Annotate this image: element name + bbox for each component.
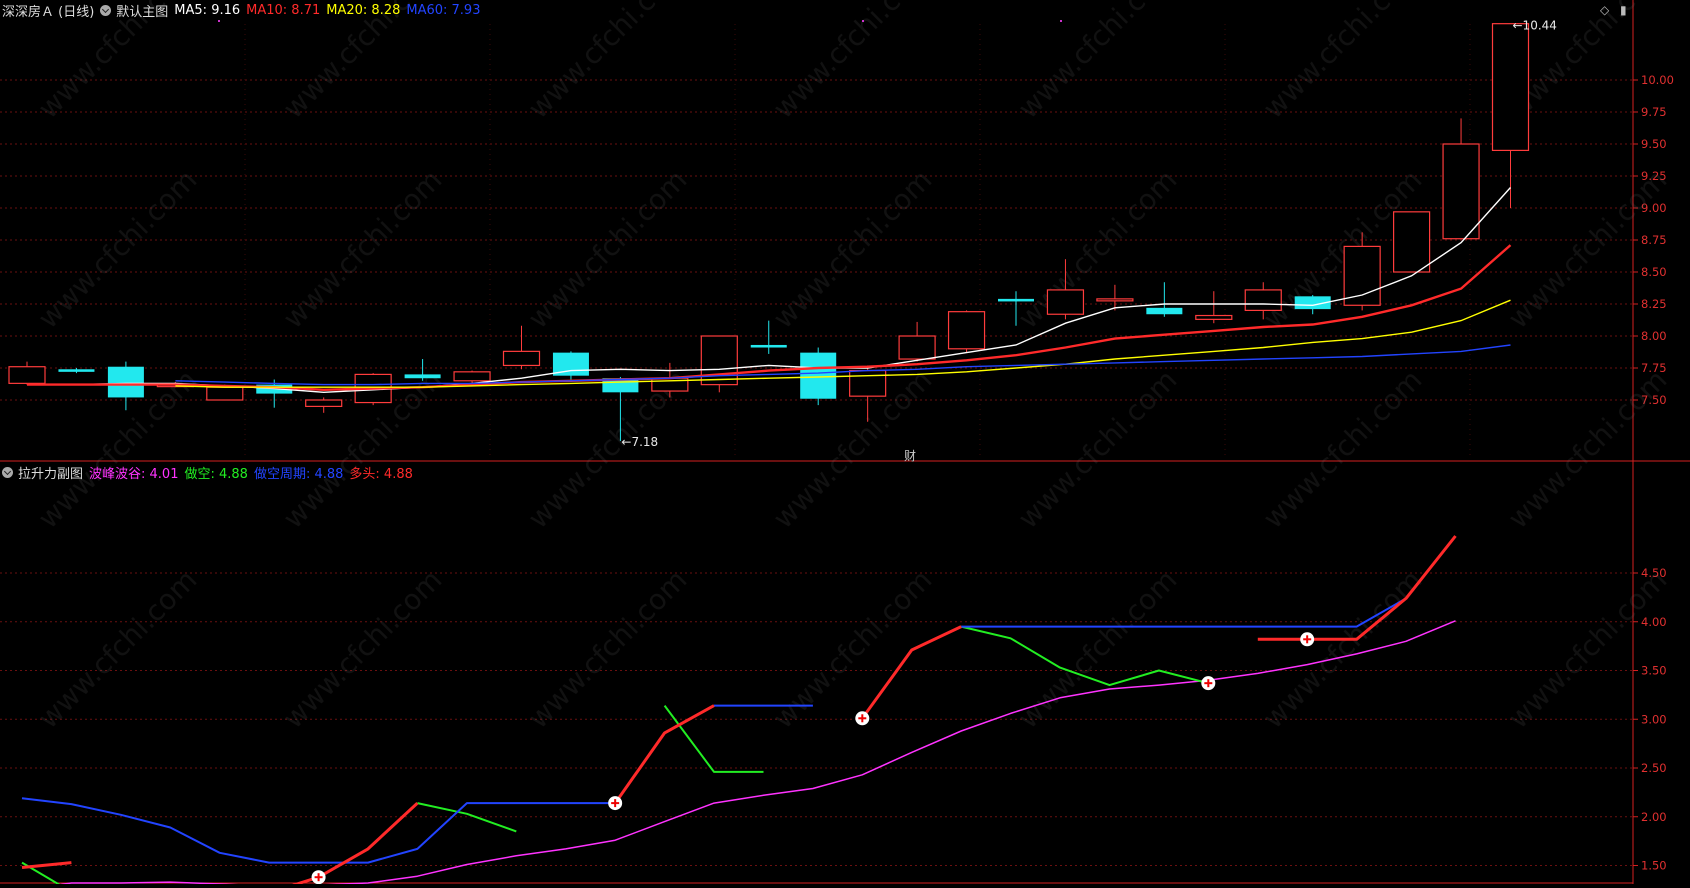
sub-y-tick-label: 3.50 <box>1641 664 1667 678</box>
candle-body-down <box>998 298 1034 302</box>
watermark-text: www.cfchi.com <box>1257 563 1429 735</box>
main-chart-header: 深深房Ａ (日线) 默认主图 MA5: 9.16 MA10: 8.71 MA20… <box>2 1 486 20</box>
sub-series-2-label: 做空: 4.88 <box>184 467 248 482</box>
ma5-label: MA5: 9.16 <box>174 3 241 18</box>
candle-body-up <box>1195 314 1233 320</box>
main-y-tick-label: 8.50 <box>1641 265 1667 279</box>
candle-body-down <box>404 374 441 379</box>
chart-stage: 10.00 9.75 9.50 9.25 9.00 8.75 8.50 8.25 8.00 7.7… <box>0 0 1690 888</box>
candle-body-down <box>750 344 787 348</box>
watermark-text: www.cfchi.com <box>1257 0 1429 125</box>
watermark-text: www.cfchi.com <box>767 163 939 335</box>
main-y-tick-label: 9.75 <box>1641 105 1667 119</box>
sub-y-tick-label: 4.00 <box>1641 615 1667 629</box>
sub-line-long <box>21 535 1457 888</box>
candle-body-up <box>1392 211 1431 273</box>
sub-chart-title[interactable]: 拉升力副图 <box>18 463 83 482</box>
watermark-text: www.cfchi.com <box>1012 363 1184 535</box>
sub-y-tick-label: 2.50 <box>1641 761 1667 775</box>
candle-body-up <box>1491 23 1530 152</box>
watermark-text: www.cfchi.com <box>32 163 204 335</box>
candle-body-up <box>305 399 343 408</box>
watermark-text: www.cfchi.com <box>277 563 449 735</box>
sub-series-1-label: 波峰波谷: 4.01 <box>89 467 179 482</box>
sub-y-tick-label: 3.00 <box>1641 712 1667 726</box>
event-dot-marker <box>218 20 220 22</box>
main-y-tick-label: 9.50 <box>1641 137 1667 151</box>
candle-body-up <box>898 335 936 360</box>
diamond-toggle-icon[interactable]: ◇ <box>1600 3 1609 17</box>
watermark-text: www.cfchi.com <box>277 163 449 335</box>
candle-body-up <box>700 335 738 386</box>
watermark-text: www.cfchi.com <box>767 0 939 125</box>
financial-report-marker[interactable]: 财 <box>904 447 916 464</box>
candle-body-up <box>1046 289 1085 315</box>
panel-toggle-icon[interactable]: ▮ <box>1620 3 1627 17</box>
candle-body-up <box>206 386 244 401</box>
event-dot-marker <box>1060 20 1062 22</box>
watermark-text: www.cfchi.com <box>1257 363 1429 535</box>
watermark-text: www.cfchi.com <box>1012 563 1184 735</box>
candle-body-up <box>947 311 986 350</box>
sub-indicator-dropdown-icon[interactable] <box>2 467 13 478</box>
sub-y-tick-label: 2.00 <box>1641 810 1667 824</box>
low-price-annotation: ←7.18 <box>621 435 658 449</box>
sub-series-4-label: 多头: 4.88 <box>349 467 413 482</box>
main-indicator-name[interactable]: 默认主图 <box>116 1 168 20</box>
sub-line-short-cycle <box>21 597 1407 864</box>
ma60-label: MA60: 7.93 <box>406 3 481 18</box>
watermark-text: www.cfchi.com <box>1502 563 1674 735</box>
main-y-tick-label: 8.00 <box>1641 329 1667 343</box>
main-y-tick-label: 8.25 <box>1641 297 1667 311</box>
candle-body-up <box>1343 245 1381 306</box>
sub-chart-header: 拉升力副图 波峰波谷: 4.01 做空: 4.88 做空周期: 4.88 多头:… <box>2 463 419 482</box>
candle-body-down <box>58 369 95 372</box>
candle-body-up <box>453 371 491 382</box>
watermark-text: www.cfchi.com <box>522 163 694 335</box>
candle-body-down <box>800 352 837 399</box>
candle-body-down <box>1146 307 1183 315</box>
main-chart-title[interactable]: 深深房Ａ (日线) <box>2 1 94 20</box>
watermark-text: www.cfchi.com <box>1502 363 1674 535</box>
chart-canvas: 10.009.759.509.259.008.758.508.258.007.7… <box>0 0 1690 888</box>
candle-body-down <box>107 366 144 398</box>
watermark-text: www.cfchi.com <box>1012 0 1184 125</box>
indicator-dropdown-icon[interactable] <box>100 5 112 16</box>
candle-body-up <box>1096 298 1134 302</box>
watermark-text: www.cfchi.com <box>32 563 204 735</box>
candle-body-up <box>8 366 46 384</box>
candle-body-up <box>1244 289 1282 312</box>
sub-line-short <box>21 625 1209 888</box>
main-y-tick-label: 8.75 <box>1641 233 1667 247</box>
ma10-label: MA10: 8.71 <box>246 3 321 18</box>
candle-body-up <box>849 369 887 397</box>
sub-y-tick-label: 1.50 <box>1641 859 1667 873</box>
high-price-annotation: ←10.44 <box>1513 19 1557 33</box>
candle-body-up <box>1442 143 1480 240</box>
ma20-label: MA20: 8.28 <box>326 3 401 18</box>
sub-line-wave <box>30 620 1456 888</box>
main-y-tick-label: 10.00 <box>1641 73 1674 87</box>
watermark-text: www.cfchi.com <box>522 0 694 125</box>
candle-body-up <box>502 350 541 367</box>
event-dot-marker <box>862 20 864 22</box>
sub-series-3-label: 做空周期: 4.88 <box>253 467 344 482</box>
